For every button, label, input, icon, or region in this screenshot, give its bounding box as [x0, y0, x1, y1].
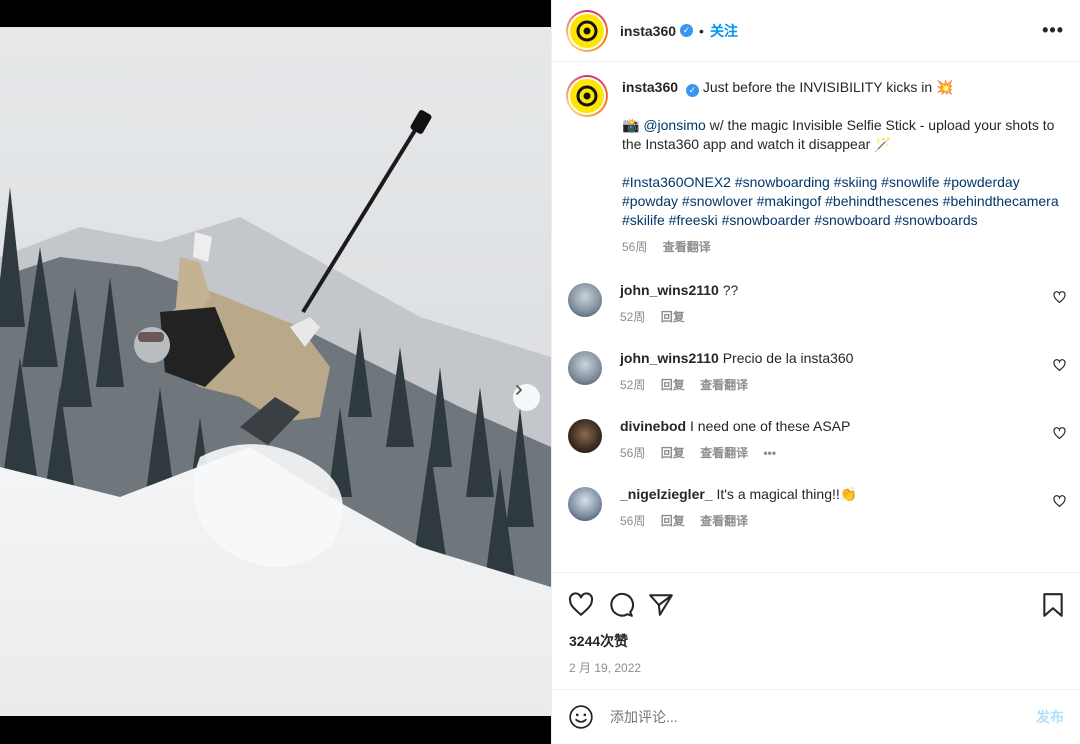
comment-avatar[interactable] [568, 351, 602, 385]
bookmark-icon[interactable] [1042, 592, 1064, 618]
comment-age[interactable]: 52周 [620, 378, 645, 392]
translate-link[interactable]: 查看翻译 [700, 514, 748, 528]
comment-avatar[interactable] [568, 419, 602, 453]
comment-meta: 56周 回复 查看翻译 [620, 512, 857, 531]
post-header: insta360 ✓ • 关注 ••• [552, 0, 1080, 62]
heart-icon[interactable] [1053, 427, 1066, 440]
comment-item: _nigelziegler_ It's a magical thing!!👏 5… [552, 485, 1080, 531]
heart-icon[interactable] [1053, 359, 1066, 372]
caption-text: insta360 ✓ Just before the INVISIBILITY … [622, 75, 1062, 257]
caption-avatar[interactable] [566, 75, 608, 117]
caption-username[interactable]: insta360 [622, 79, 678, 95]
comment-age[interactable]: 52周 [620, 310, 645, 324]
more-options-button[interactable]: ••• [1042, 20, 1064, 41]
reply-button[interactable]: 回复 [661, 310, 685, 324]
camera-emoji: 📸 [622, 117, 640, 133]
verified-badge-icon: ✓ [680, 24, 694, 37]
like-count[interactable]: 3244次赞 [552, 623, 1080, 651]
comment-options-button[interactable]: ••• [763, 446, 776, 460]
follow-button[interactable]: 关注 [710, 21, 738, 41]
share-send-icon[interactable] [648, 592, 674, 618]
next-image-button[interactable] [513, 384, 540, 411]
comment-input[interactable] [610, 709, 1036, 725]
post-actions: 3244次赞 2 月 19, 2022 [552, 572, 1080, 689]
emoji-icon[interactable] [568, 704, 594, 730]
comment-bubble-icon[interactable] [608, 592, 634, 618]
caption-line: Just before the INVISIBILITY kicks in 💥 [702, 79, 954, 95]
comment-username[interactable]: john_wins2110 [620, 350, 719, 366]
comment-text: I need one of these ASAP [690, 418, 851, 434]
comment-item: john_wins2110 ?? 52周 回复 [552, 281, 1080, 327]
post-details-panel: insta360 ✓ • 关注 ••• insta360 ✓ Just befo… [551, 0, 1080, 744]
comment-username[interactable]: john_wins2110 [620, 282, 719, 298]
comment-meta: 52周 回复 查看翻译 [620, 376, 853, 395]
mention-link[interactable]: @jonsimo [643, 117, 705, 133]
comments-list[interactable]: insta360 ✓ Just before the INVISIBILITY … [552, 63, 1080, 571]
caption-age[interactable]: 56周 [622, 240, 647, 254]
comment-text: ?? [722, 282, 739, 298]
comment-age[interactable]: 56周 [620, 446, 645, 460]
heart-icon[interactable] [1053, 495, 1066, 508]
translate-link[interactable]: 查看翻译 [700, 378, 748, 392]
translate-link[interactable]: 查看翻译 [700, 446, 748, 460]
comment-age[interactable]: 56周 [620, 514, 645, 528]
media-panel [0, 0, 551, 744]
comment-meta: 52周 回复 [620, 308, 738, 327]
like-heart-icon[interactable] [568, 592, 594, 618]
snowboarder-photo [0, 27, 551, 716]
heart-icon[interactable] [1053, 291, 1066, 304]
comment-avatar[interactable] [568, 283, 602, 317]
insta360-logo-icon [576, 85, 598, 107]
caption-meta: 56周 查看翻译 [622, 238, 1062, 257]
comment-item: john_wins2110 Precio de la insta360 52周 … [552, 349, 1080, 395]
reply-button[interactable]: 回复 [661, 446, 685, 460]
comment-avatar[interactable] [568, 487, 602, 521]
header-username[interactable]: insta360 [620, 23, 676, 39]
caption: insta360 ✓ Just before the INVISIBILITY … [552, 63, 1080, 257]
translate-link[interactable]: 查看翻译 [663, 240, 711, 254]
comment-username[interactable]: divinebod [620, 418, 686, 434]
reply-button[interactable]: 回复 [661, 378, 685, 392]
reply-button[interactable]: 回复 [661, 514, 685, 528]
chevron-right-icon [516, 385, 522, 395]
insta360-logo-icon [576, 20, 598, 41]
comment-text: Precio de la insta360 [722, 350, 854, 366]
comment-meta: 56周 回复 查看翻译 ••• [620, 444, 850, 463]
post-comment-button[interactable]: 发布 [1036, 707, 1064, 727]
avatar[interactable] [566, 9, 608, 52]
verified-badge-icon: ✓ [685, 84, 699, 97]
comment-item: divinebod I need one of these ASAP 56周 回… [552, 417, 1080, 463]
post-date[interactable]: 2 月 19, 2022 [552, 651, 1080, 676]
separator: • [699, 22, 704, 39]
hashtags[interactable]: #Insta360ONEX2 #snowboarding #skiing #sn… [622, 173, 1062, 230]
comment-composer: 发布 [552, 689, 1080, 744]
caption-paragraph: 📸 @jonsimo w/ the magic Invisible Selfie… [622, 116, 1062, 154]
post-photo[interactable] [0, 27, 551, 716]
comment-username[interactable]: _nigelziegler_ [620, 486, 713, 502]
comment-text: It's a magical thing!!👏 [716, 486, 858, 502]
